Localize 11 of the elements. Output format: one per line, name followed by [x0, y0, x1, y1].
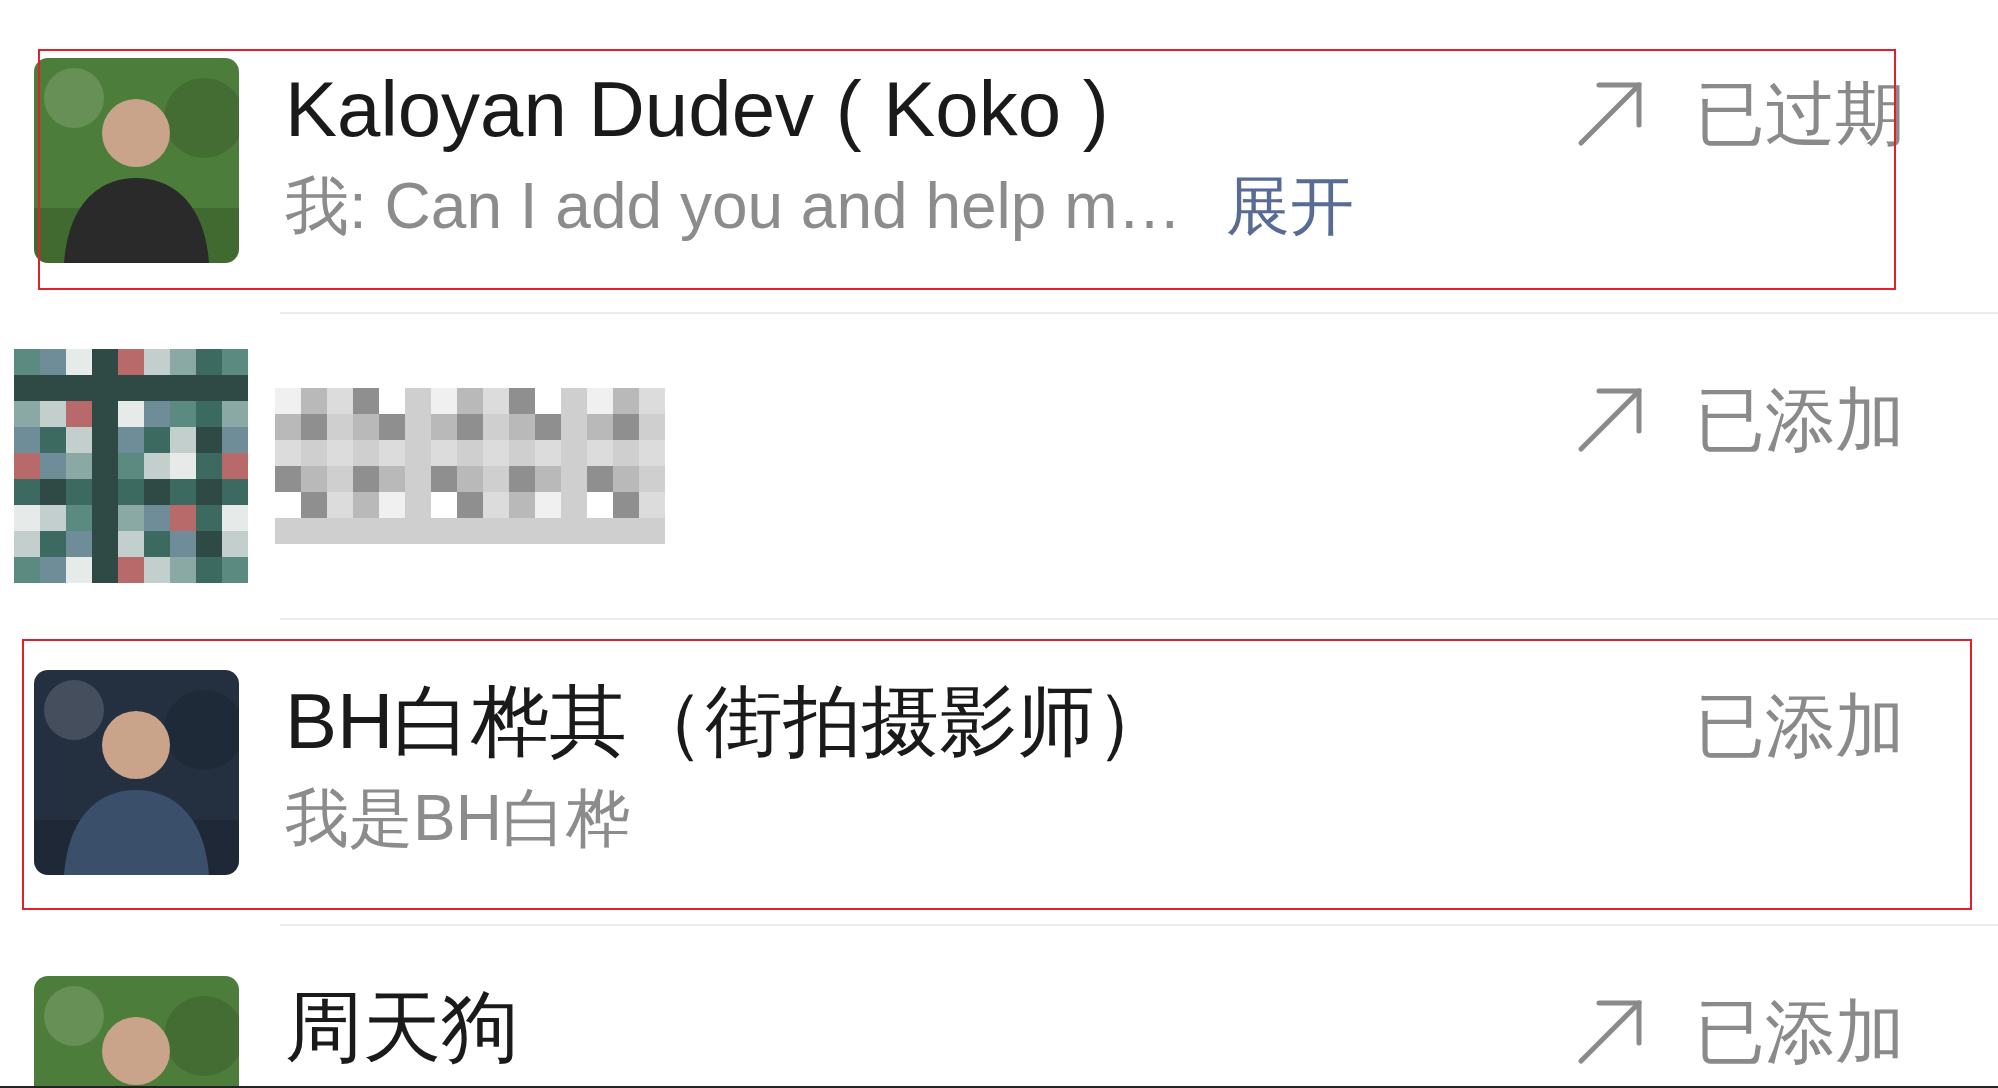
status-label: 已添加 — [1695, 380, 1905, 461]
request-message: 我是BH白桦 — [285, 781, 630, 856]
expand-link[interactable]: 展开 — [1225, 166, 1354, 246]
contact-name: Kaloyan Dudev ( Koko ) — [285, 64, 1110, 154]
contact-row[interactable]: BH白桦其（街拍摄影师） 我是BH白桦 已添加 — [0, 620, 1998, 924]
contact-name: 周天狗 — [285, 982, 519, 1072]
contact-row[interactable]: 周天狗 已添加 — [0, 926, 1998, 1086]
contact-name: BH白桦其（街拍摄影师） — [285, 676, 1174, 766]
request-message: 我: Can I add you and help m… — [285, 169, 1182, 244]
status-label: 已添加 — [1695, 686, 1905, 767]
status-label: 已添加 — [1695, 992, 1905, 1073]
